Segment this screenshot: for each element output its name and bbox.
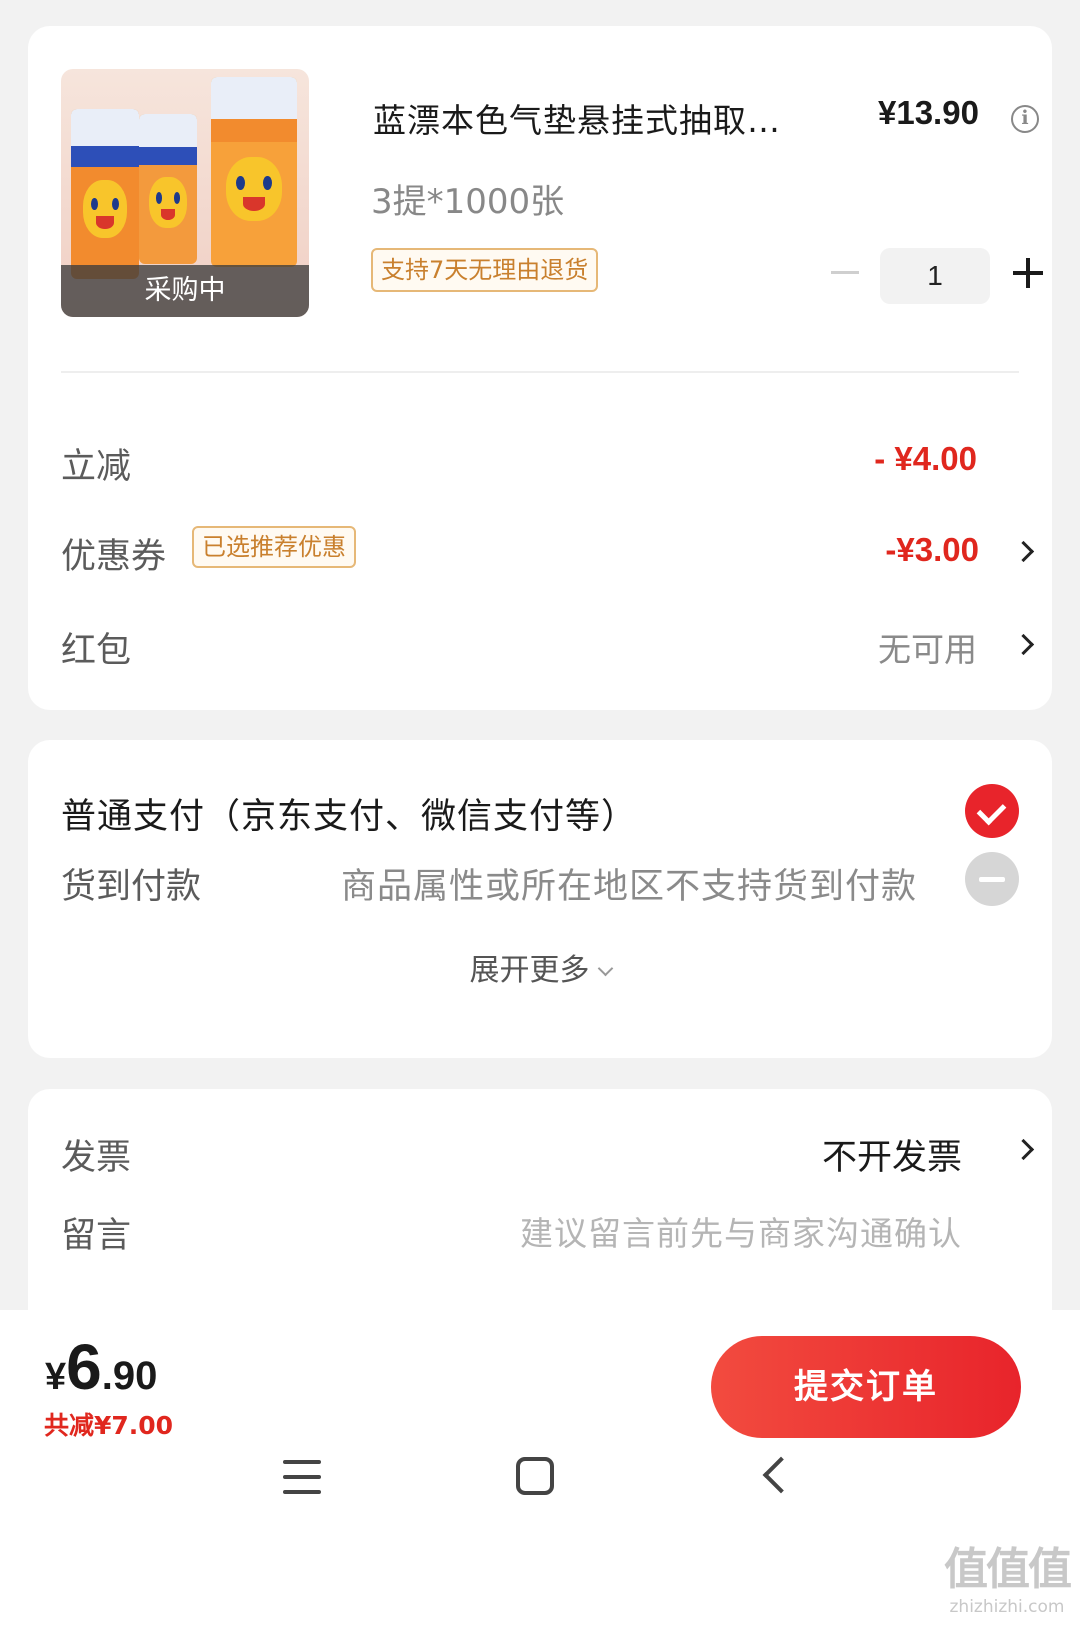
payment-method-card: 普通支付（京东支付、微信支付等） 货到付款 商品属性或所在地区不支持货到付款 展… [28,740,1052,1058]
chevron-right-icon[interactable] [1012,1138,1035,1161]
cod-unavailable-note: 商品属性或所在地区不支持货到付款 [341,867,918,907]
info-icon[interactable]: i [1011,105,1039,133]
quantity-input[interactable]: 1 [880,248,990,304]
coupon-value[interactable]: -¥3.00 [885,531,979,569]
submit-order-button[interactable]: 提交订单 [711,1336,1021,1438]
watermark-site: zhizhizhi.com [949,1597,1065,1617]
total-integer: 6 [66,1331,102,1403]
instant-discount-value: - ¥4.00 [874,440,977,477]
coupon-label: 优惠券 [61,537,167,577]
standard-payment-option[interactable]: 普通支付（京东支付、微信支付等） [61,788,637,839]
total-saved: 共减¥7.00 [44,1411,174,1440]
return-policy-tag: 支持7天无理由退货 [371,248,599,292]
memo-input[interactable]: 建议留言前先与商家沟通确认 [520,1207,962,1255]
watermark-logo: 值值值 zhizhizhi.com [944,1533,1072,1617]
watermark-text: 值值值 [944,1544,1072,1595]
coupon-recommended-tag: 已选推荐优惠 [192,526,356,568]
selected-check-icon[interactable] [965,784,1019,838]
invoice-value[interactable]: 不开发票 [822,1129,962,1180]
home-icon[interactable] [516,1457,554,1495]
total-decimal: .90 [101,1354,158,1398]
quantity-increase-button[interactable] [1013,258,1043,288]
divider [61,371,1019,373]
product-spec: 3提*1000张 [371,182,565,222]
product-pack [71,109,139,279]
back-icon[interactable] [762,1456,800,1494]
invoice-label: 发票 [61,1138,132,1178]
chevron-right-icon[interactable] [1012,540,1035,563]
checkout-bar: ¥6.90 共减¥7.00 提交订单 值值值 zhizhizhi.com [0,1310,1080,1625]
product-pack [211,77,297,267]
product-pack [139,114,197,264]
purchasing-badge: 采购中 [61,265,309,317]
product-price: ¥13.90 [878,94,979,131]
chevron-down-icon[interactable] [597,960,613,977]
chevron-right-icon[interactable] [1012,633,1035,656]
red-packet-value[interactable]: 无可用 [878,623,977,671]
expand-more-label[interactable]: 展开更多 [470,953,590,988]
total-currency: ¥ [45,1356,67,1398]
cod-payment-option: 货到付款 [61,867,202,907]
total-price: ¥6.90 [45,1330,157,1404]
menu-icon[interactable] [283,1460,321,1498]
expand-more-button[interactable]: 展开更多 [28,945,1052,989]
product-title[interactable]: 蓝漂本色气垫悬挂式抽取… [373,94,781,142]
product-image[interactable]: 采购中 [61,69,309,317]
order-item-card: 采购中 蓝漂本色气垫悬挂式抽取… ¥13.90 i 3提*1000张 支持7天无… [28,26,1052,710]
instant-discount-label: 立减 [61,447,132,487]
memo-label: 留言 [61,1216,132,1256]
red-packet-label: 红包 [61,631,132,671]
disabled-minus-icon [965,852,1019,906]
quantity-decrease-button[interactable] [831,271,859,274]
